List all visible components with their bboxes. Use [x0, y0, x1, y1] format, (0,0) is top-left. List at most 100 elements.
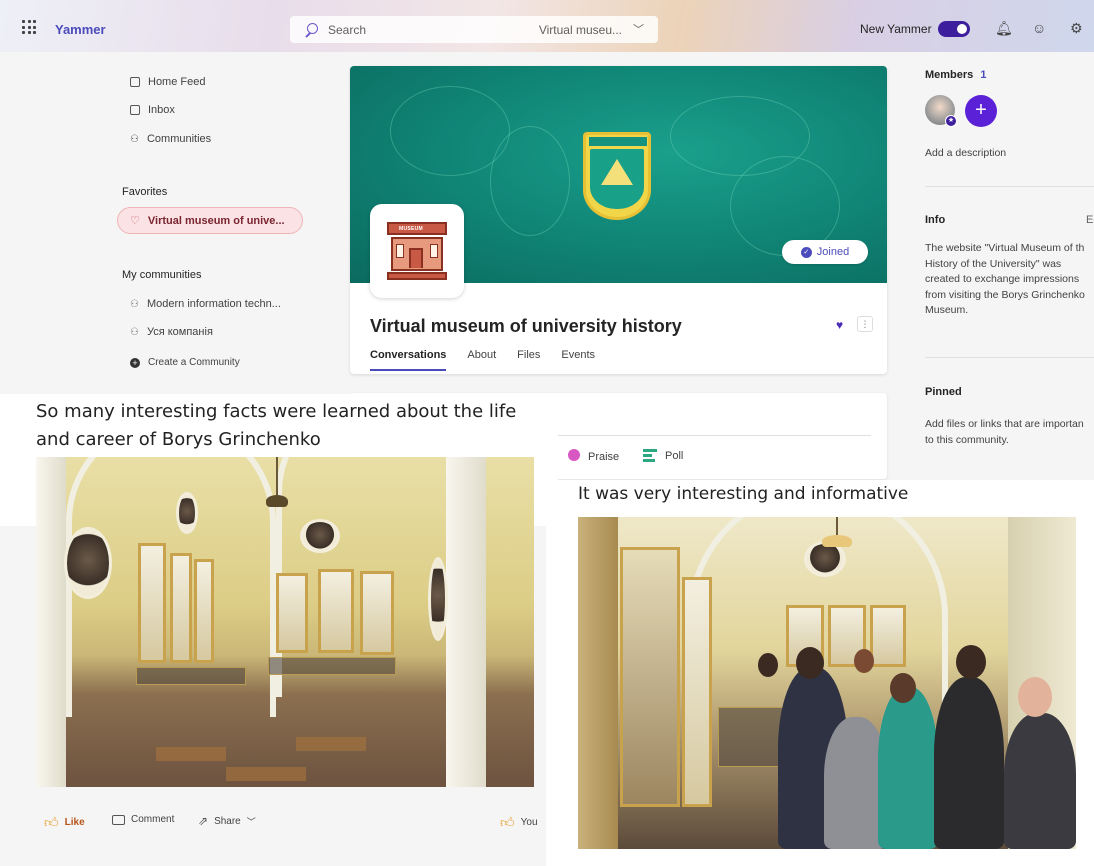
poll-icon — [643, 449, 657, 463]
display-case — [360, 571, 394, 655]
divider — [925, 186, 1094, 187]
plus-circle-icon: + — [130, 357, 140, 368]
members-heading: Members 1 — [925, 69, 986, 81]
nav-label: Home Feed — [148, 76, 206, 88]
community-item[interactable]: ⚇ Уся компанія — [130, 326, 213, 338]
my-communities-heading: My communities — [122, 269, 202, 281]
heart-outline-icon: ♡ — [130, 215, 140, 227]
app-launcher-icon[interactable] — [22, 20, 36, 34]
brand-name[interactable]: Yammer — [55, 22, 106, 37]
like-button[interactable]: 👍︎ Like — [44, 814, 85, 831]
inbox-icon — [130, 105, 140, 115]
display-case — [276, 573, 308, 653]
create-community-button[interactable]: + Create a Community — [130, 357, 240, 368]
search-input[interactable]: Search — [328, 23, 366, 37]
tab-events[interactable]: Events — [561, 349, 595, 361]
members-count: 1 — [980, 69, 987, 81]
info-edit-link[interactable]: Ec — [1086, 214, 1094, 226]
bell-icon[interactable]: 🔔︎ — [995, 20, 1013, 37]
display-case — [138, 543, 166, 663]
group-tabs: Conversations About Files Events — [370, 349, 595, 371]
display-case — [682, 577, 712, 807]
praise-button[interactable]: Praise — [568, 449, 619, 464]
community-item[interactable]: ⚇ Modern information techn... — [130, 298, 281, 310]
community-icon: ⚇ — [130, 298, 139, 310]
right-panel: Members 1 ★ + Add a description Info Ec … — [925, 52, 1094, 522]
chevron-down-icon: ﹀ — [246, 816, 256, 827]
group-logo: MUSEUM — [370, 204, 464, 298]
check-circle-icon: ✓ — [800, 246, 812, 258]
admin-star-icon: ★ — [945, 115, 957, 127]
share-button[interactable]: ⇗ Share ﹀ — [198, 814, 256, 828]
favorites-heading: Favorites — [122, 186, 168, 198]
display-case — [620, 547, 680, 807]
favorite-community-item[interactable]: ♡ Virtual museum of unive... — [117, 207, 303, 234]
tab-about[interactable]: About — [467, 349, 496, 361]
photo-caption: So many interesting facts were learned a… — [36, 401, 517, 450]
poll-button[interactable]: Poll — [643, 449, 683, 463]
communities-icon: ⚇ — [130, 133, 139, 145]
portrait — [64, 527, 112, 599]
avatar[interactable]: ★ — [925, 95, 957, 127]
heart-filled-icon[interactable]: ♥ — [836, 318, 843, 332]
visitor — [1004, 713, 1076, 849]
add-description-link[interactable]: Add a description — [925, 146, 1094, 162]
share-icon: ⇗ — [198, 814, 209, 828]
vine-decoration — [490, 126, 570, 236]
nav-inbox[interactable]: Inbox — [130, 104, 175, 116]
visitor-head — [758, 653, 778, 677]
new-yammer-toggle[interactable] — [938, 21, 970, 37]
nav-home-feed[interactable]: Home Feed — [130, 76, 205, 88]
divider — [545, 435, 871, 436]
university-crest-icon — [583, 132, 651, 220]
praise-label: Praise — [588, 450, 620, 463]
museum-hall-photo — [36, 457, 534, 787]
home-feed-icon — [130, 77, 140, 87]
floor-tile — [226, 767, 306, 781]
display-case — [318, 569, 354, 653]
search-box[interactable]: Search Virtual museu... ﹀ — [290, 16, 658, 43]
portrait — [300, 519, 340, 553]
community-label: Уся компанія — [146, 326, 213, 338]
lamp-icon — [822, 535, 852, 547]
portrait — [428, 557, 448, 641]
visitor — [934, 677, 1004, 849]
comment-button[interactable]: Comment — [112, 814, 174, 825]
post-actions: 👍︎ Like Comment ⇗ Share ﹀ 👍︎ You — [0, 800, 558, 840]
visitor-head — [796, 647, 824, 679]
joined-button[interactable]: ✓ Joined — [782, 240, 868, 264]
visitor-head — [956, 645, 986, 679]
poll-label: Poll — [665, 450, 684, 462]
smiley-icon[interactable]: ☺ — [1032, 20, 1046, 36]
group-title: Virtual museum of university history — [370, 316, 682, 336]
lamp-cord — [836, 517, 838, 537]
info-description: The website "Virtual Museum of th Histor… — [925, 242, 1085, 316]
top-bar: Yammer Search Virtual museu... ﹀ New Yam… — [0, 0, 1094, 52]
add-member-button[interactable]: + — [965, 95, 997, 127]
pinned-heading: Pinned — [925, 386, 962, 398]
tab-conversations[interactable]: Conversations — [370, 349, 447, 371]
chevron-down-icon[interactable]: ﹀ — [633, 21, 644, 37]
visitor-head — [1018, 677, 1052, 717]
reaction-by-label: You — [520, 817, 538, 828]
divider — [925, 357, 1094, 358]
pillar — [578, 517, 618, 849]
search-scope[interactable]: Virtual museu... — [539, 23, 622, 37]
tab-files[interactable]: Files — [517, 349, 540, 361]
lamp-icon — [266, 495, 288, 507]
share-label: Share — [214, 815, 241, 827]
favorite-label: Virtual museum of unive... — [147, 214, 285, 227]
table-case — [268, 657, 396, 675]
thumbs-up-icon: 👍︎ — [500, 814, 515, 830]
visitor — [878, 687, 938, 849]
nav-communities[interactable]: ⚇ Communities — [130, 133, 211, 145]
praise-medal-icon — [568, 449, 580, 464]
gear-icon[interactable]: ⚙ — [1070, 20, 1083, 37]
comment-label: Comment — [131, 814, 175, 825]
portrait — [176, 492, 198, 534]
display-case — [870, 605, 906, 667]
more-options-icon[interactable]: ⋮ — [857, 316, 873, 332]
create-community-label: Create a Community — [148, 357, 240, 368]
reaction-summary[interactable]: 👍︎ You — [500, 814, 538, 831]
comment-icon — [112, 814, 125, 825]
